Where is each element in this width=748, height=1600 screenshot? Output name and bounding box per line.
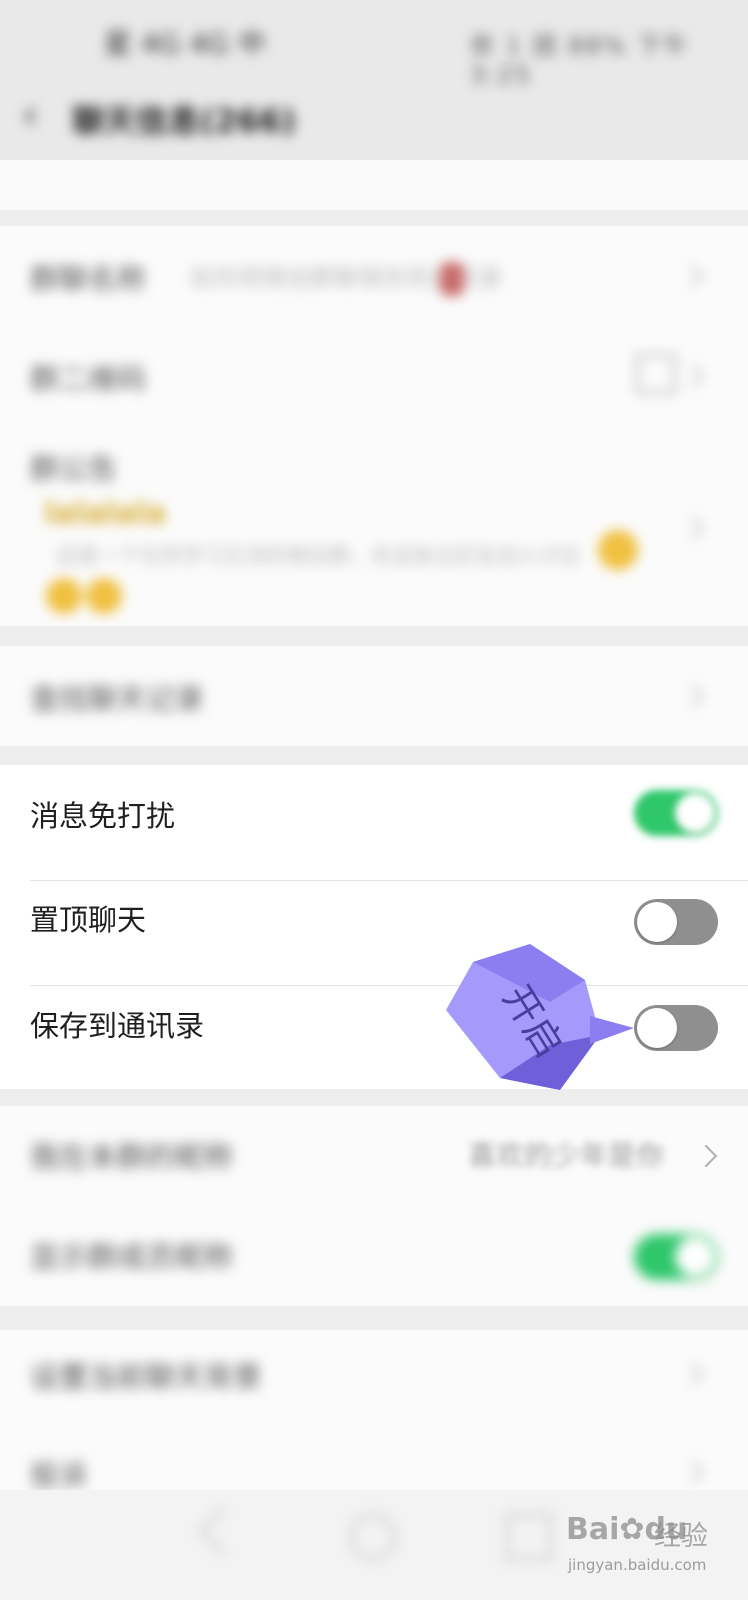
recent-apps-icon[interactable] xyxy=(506,1514,552,1560)
notice-title: lalalala xyxy=(44,496,167,531)
top-bar: 星 4G 4G 中 奈 1 团 88% 下午3:25 ‹ 聊天信息(266) xyxy=(0,0,748,160)
save-to-contacts-label: 保存到通讯录 xyxy=(30,1009,205,1043)
chevron-right-icon xyxy=(680,1362,704,1386)
chat-background-label: 设置当前聊天背景 xyxy=(30,1360,263,1394)
baidu-watermark: Bai✿du 经验 jingyan.baidu.com xyxy=(566,1500,736,1590)
paw-icon: ✿ xyxy=(619,1512,645,1547)
nickname-section: 我在本群的昵称 喜欢的少年是你 显示群成员昵称 xyxy=(0,1106,748,1306)
watermark-url: jingyan.baidu.com xyxy=(568,1556,707,1574)
chat-background-row[interactable]: 设置当前聊天背景 xyxy=(0,1330,748,1430)
search-history-row[interactable]: 查找聊天记录 xyxy=(0,646,748,746)
more-settings-section: 设置当前聊天背景 投诉 xyxy=(0,1330,748,1510)
group-info-section: 群聊名称 如何将微信群聊保存到通讯录 群二维码 群公告 lalalala 这是一… xyxy=(0,226,748,626)
notice-body: 这是一个仅供学习交流的微信群，欢迎各位好友加入讨论 xyxy=(56,544,581,568)
pin-label: 置顶聊天 xyxy=(30,903,147,937)
watermark-cn: 经验 xyxy=(654,1521,708,1552)
group-name-row[interactable]: 群聊名称 如何将微信群聊保存到通讯录 xyxy=(0,226,748,326)
search-history-label: 查找聊天记录 xyxy=(30,682,205,716)
page-title: 聊天信息(266) xyxy=(72,102,297,140)
group-name-label: 群聊名称 xyxy=(30,262,147,296)
mute-toggle[interactable] xyxy=(634,790,718,836)
nickname-row[interactable]: 我在本群的昵称 喜欢的少年是你 xyxy=(0,1106,748,1206)
show-names-toggle[interactable] xyxy=(634,1234,718,1280)
qr-code-row[interactable]: 群二维码 xyxy=(0,326,748,426)
back-nav-icon[interactable] xyxy=(199,1507,246,1554)
group-notice-label: 群公告 xyxy=(30,452,118,486)
emoji-icon xyxy=(46,578,82,614)
mute-label: 消息免打扰 xyxy=(30,799,176,833)
chevron-right-icon xyxy=(680,516,704,540)
chevron-right-icon xyxy=(694,1144,718,1168)
pin-toggle[interactable] xyxy=(634,899,718,945)
qr-code-label: 群二维码 xyxy=(30,362,147,396)
group-notice-row[interactable]: 群公告 lalalala 这是一个仅供学习交流的微信群，欢迎各位好友加入讨论 xyxy=(0,426,748,626)
chevron-right-icon xyxy=(680,1460,704,1484)
emoji-icon xyxy=(86,578,122,614)
home-nav-icon[interactable] xyxy=(350,1514,396,1560)
back-icon[interactable]: ‹ xyxy=(22,92,38,138)
show-names-row: 显示群成员昵称 xyxy=(0,1206,748,1306)
save-to-contacts-toggle[interactable] xyxy=(634,1005,718,1051)
nickname-label: 我在本群的昵称 xyxy=(30,1140,234,1174)
show-names-label: 显示群成员昵称 xyxy=(30,1240,234,1274)
nickname-value: 喜欢的少年是你 xyxy=(468,1139,665,1172)
chevron-right-icon xyxy=(680,684,704,708)
status-bar-left: 星 4G 4G 中 xyxy=(104,27,266,60)
callout-annotation: 开启 xyxy=(440,940,640,1110)
report-label: 投诉 xyxy=(30,1458,89,1492)
hand-icon xyxy=(440,262,464,296)
status-bar-right: 奈 1 团 88% 下午3:25 xyxy=(470,32,690,89)
members-strip xyxy=(0,160,748,210)
qr-code-icon xyxy=(636,354,676,394)
emoji-icon xyxy=(598,530,638,570)
chevron-right-icon xyxy=(680,264,704,288)
mute-row: 消息免打扰 xyxy=(0,765,748,865)
search-history-section: 查找聊天记录 xyxy=(0,646,748,746)
chevron-right-icon xyxy=(680,364,704,388)
